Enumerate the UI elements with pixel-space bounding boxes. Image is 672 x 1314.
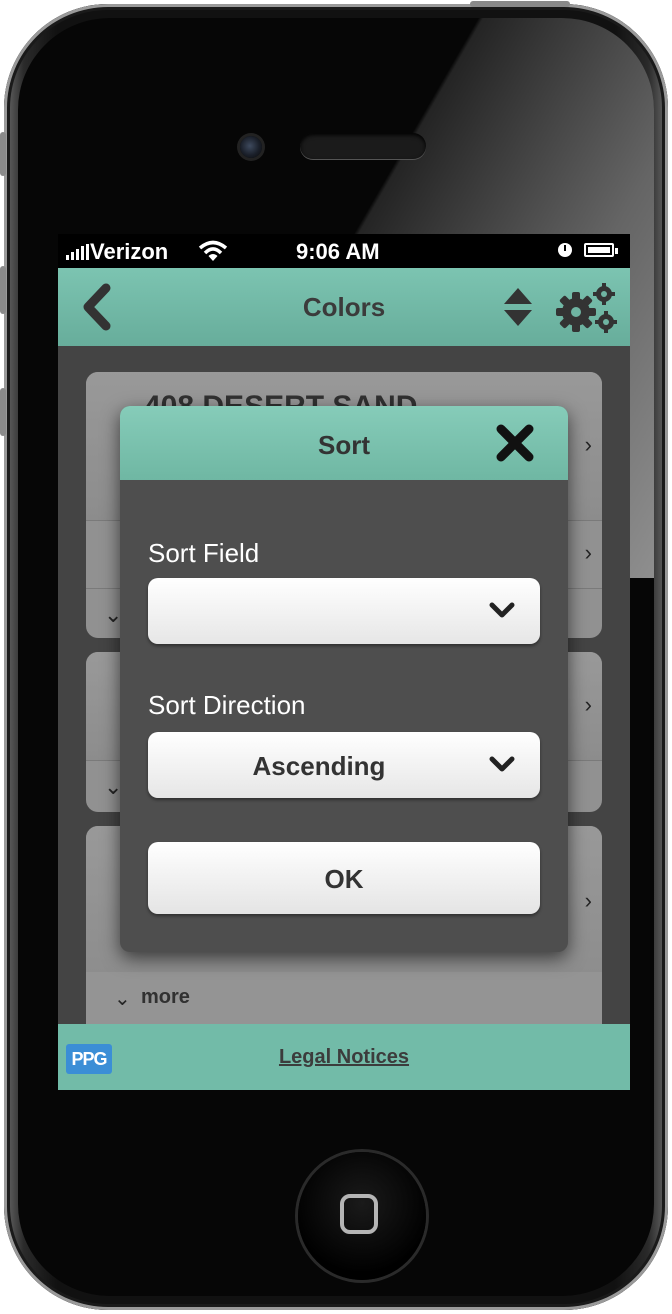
sort-field-label: Sort Field bbox=[148, 538, 260, 568]
chevron-down-icon bbox=[489, 756, 515, 772]
ok-button[interactable]: OK bbox=[148, 842, 540, 914]
sort-arrows-icon[interactable] bbox=[502, 284, 534, 330]
sort-direction-value: Ascending bbox=[252, 751, 386, 781]
status-bar: Verizon 9:06 AM bbox=[58, 234, 630, 268]
dialog-header: Sort bbox=[120, 406, 568, 480]
home-square-icon bbox=[340, 1194, 378, 1234]
carrier-label: Verizon bbox=[90, 239, 169, 264]
front-camera bbox=[240, 136, 262, 158]
status-time: 9:06 AM bbox=[296, 239, 380, 264]
chevron-down-icon bbox=[489, 602, 515, 618]
clock-icon bbox=[558, 243, 572, 257]
sort-direction-label: Sort Direction bbox=[148, 690, 306, 720]
power-button bbox=[470, 1, 570, 7]
app-screen: Verizon 9:06 AM Colors › › ⌄ › ⌄ › ⌄ mor… bbox=[58, 234, 630, 1090]
nav-bar: Colors bbox=[58, 268, 630, 346]
close-icon[interactable] bbox=[494, 422, 536, 464]
earpiece-speaker bbox=[300, 133, 426, 159]
legal-notices-link[interactable]: Legal Notices bbox=[58, 1046, 630, 1069]
gear-icon[interactable] bbox=[552, 280, 620, 336]
sort-field-select[interactable] bbox=[148, 578, 540, 644]
volume-down-button bbox=[0, 388, 6, 436]
footer-bar: PPG Legal Notices bbox=[58, 1024, 630, 1090]
ok-label: OK bbox=[324, 864, 364, 894]
volume-up-button bbox=[0, 266, 6, 314]
wifi-icon bbox=[198, 240, 228, 261]
battery-icon bbox=[584, 243, 618, 257]
sort-direction-select[interactable]: Ascending bbox=[148, 732, 540, 798]
home-button[interactable] bbox=[298, 1152, 426, 1280]
sort-dialog: Sort Sort Field Sort Direction Ascending… bbox=[120, 406, 568, 952]
page-title: Colors bbox=[302, 292, 386, 322]
signal-icon bbox=[66, 244, 89, 260]
mute-switch bbox=[0, 132, 6, 176]
